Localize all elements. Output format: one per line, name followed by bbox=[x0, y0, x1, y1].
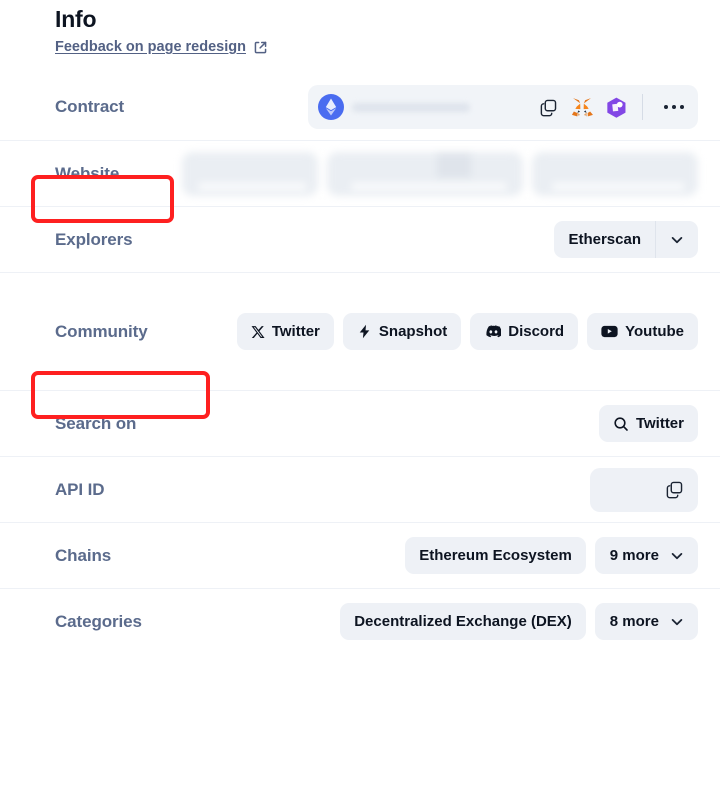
search-on-label: Twitter bbox=[635, 415, 684, 432]
ethereum-icon bbox=[318, 94, 344, 120]
contract-actions-divider bbox=[641, 94, 643, 120]
community-link-label: Snapshot bbox=[378, 323, 448, 340]
page-title: Info bbox=[55, 6, 97, 32]
row-label-categories: Categories bbox=[55, 611, 142, 631]
feedback-link-label: Feedback on page redesign bbox=[55, 39, 246, 55]
chains-more-label: 9 more bbox=[609, 547, 659, 564]
more-options-icon[interactable] bbox=[658, 104, 691, 110]
category-chip-label: Decentralized Exchange (DEX) bbox=[354, 613, 572, 630]
community-link-label: Youtube bbox=[625, 323, 684, 340]
row-search-on: Search on Twitter bbox=[0, 390, 720, 456]
community-link-snapshot[interactable]: Snapshot bbox=[342, 313, 462, 350]
api-id-chip[interactable] bbox=[590, 467, 698, 512]
chain-chip-label: Ethereum Ecosystem bbox=[419, 547, 572, 564]
row-label-search-on: Search on bbox=[55, 413, 137, 433]
contract-actions bbox=[533, 94, 691, 120]
contract-address-text bbox=[352, 102, 470, 112]
row-contract: Contract bbox=[0, 74, 720, 140]
row-website: Website bbox=[0, 140, 720, 206]
row-chains: Chains Ethereum Ecosystem 9 more bbox=[0, 522, 720, 588]
explorers-selected-value: Etherscan bbox=[568, 231, 641, 248]
lightning-bolt-icon bbox=[357, 324, 372, 339]
category-chip-primary[interactable]: Decentralized Exchange (DEX) bbox=[340, 603, 586, 640]
website-link-chip[interactable] bbox=[182, 151, 318, 196]
row-label-chains: Chains bbox=[55, 545, 112, 565]
row-explorers: Explorers Etherscan bbox=[0, 206, 720, 272]
chevron-down-icon[interactable] bbox=[655, 221, 698, 258]
row-label-community: Community bbox=[55, 321, 148, 341]
community-link-youtube[interactable]: Youtube bbox=[587, 313, 698, 350]
community-link-label: Twitter bbox=[271, 323, 320, 340]
discord-icon bbox=[484, 325, 502, 338]
categories-more-label: 8 more bbox=[609, 613, 659, 630]
chevron-down-icon bbox=[669, 614, 685, 630]
contract-address-value bbox=[318, 94, 533, 120]
website-link-chip[interactable] bbox=[327, 151, 523, 196]
row-api-id: API ID bbox=[0, 456, 720, 522]
row-label-website: Website bbox=[55, 163, 120, 183]
row-label-contract: Contract bbox=[55, 97, 125, 116]
search-on-twitter-button[interactable]: Twitter bbox=[598, 405, 698, 442]
website-link-chip[interactable] bbox=[532, 151, 698, 196]
row-categories: Categories Decentralized Exchange (DEX) … bbox=[0, 588, 720, 654]
feedback-link[interactable]: Feedback on page redesign bbox=[55, 39, 268, 55]
contract-address-chip[interactable] bbox=[308, 85, 698, 129]
explorers-dropdown[interactable]: Etherscan bbox=[554, 221, 698, 258]
panel-header: Info Feedback on page redesign bbox=[0, 0, 720, 56]
metamask-icon[interactable] bbox=[571, 97, 593, 118]
wallet-icon[interactable] bbox=[606, 97, 627, 118]
search-icon bbox=[613, 416, 629, 432]
youtube-icon bbox=[601, 325, 618, 338]
categories-more-button[interactable]: 8 more bbox=[594, 603, 698, 640]
info-rows: Contract Website Explorers Etherscan Com… bbox=[0, 74, 720, 654]
x-twitter-icon bbox=[251, 325, 265, 339]
external-link-icon bbox=[253, 40, 268, 55]
copy-icon[interactable] bbox=[665, 480, 684, 499]
row-label-explorers: Explorers bbox=[55, 229, 133, 249]
copy-icon[interactable] bbox=[539, 98, 558, 117]
community-link-discord[interactable]: Discord bbox=[470, 313, 579, 350]
community-link-twitter[interactable]: Twitter bbox=[236, 313, 334, 350]
row-label-api-id: API ID bbox=[55, 479, 105, 499]
info-panel: Info Feedback on page redesign Contract bbox=[0, 0, 720, 803]
chevron-down-icon bbox=[669, 548, 685, 564]
row-community: Community Twitter Snapshot Discord Youtu… bbox=[0, 272, 720, 390]
chain-chip-primary[interactable]: Ethereum Ecosystem bbox=[405, 537, 586, 574]
community-link-label: Discord bbox=[508, 323, 565, 340]
chains-more-button[interactable]: 9 more bbox=[594, 537, 698, 574]
